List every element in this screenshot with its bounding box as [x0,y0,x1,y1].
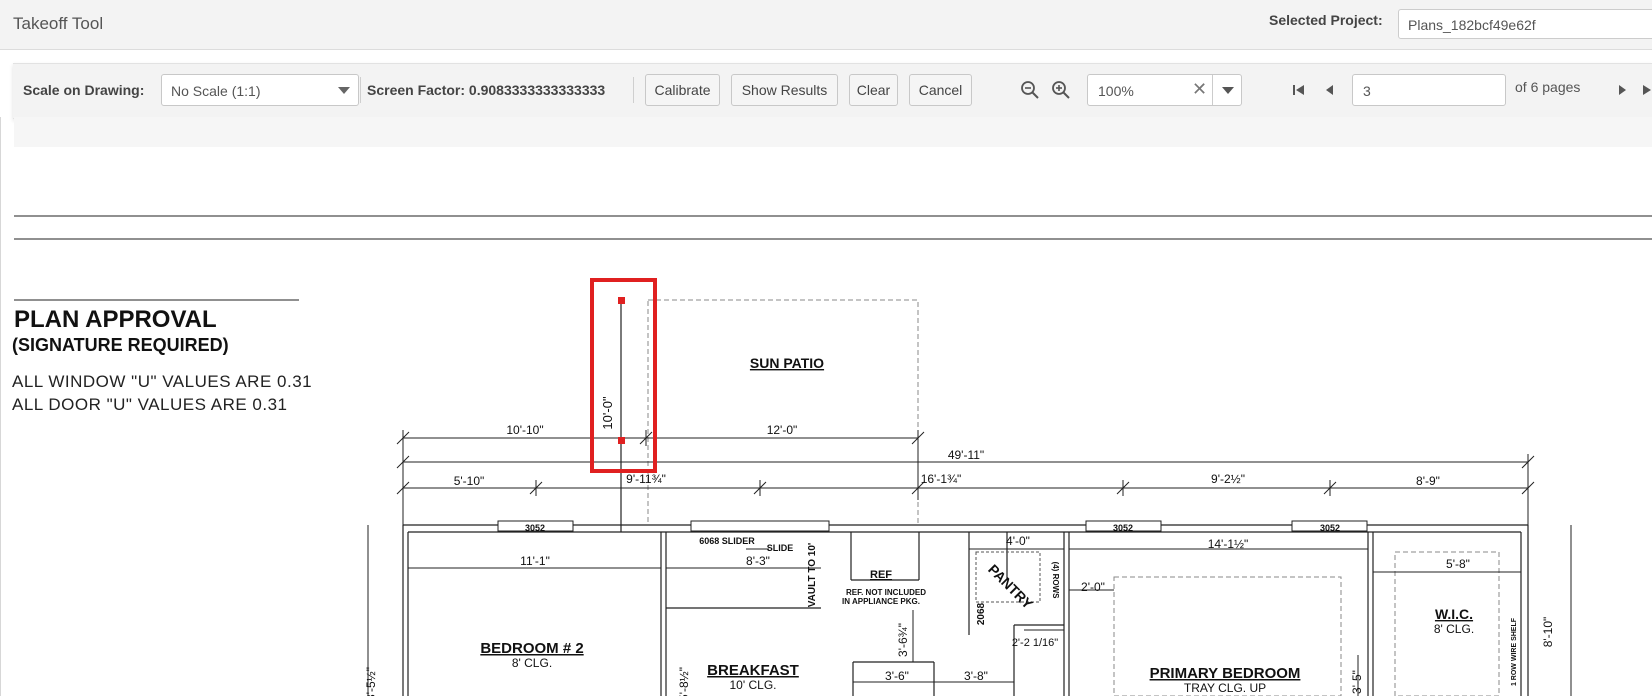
scale-label: Scale on Drawing: [23,82,145,98]
divider [360,77,361,103]
svg-text:12'-0": 12'-0" [767,423,798,437]
dimension-labels: 10'-10" 12'-0" 49'-11" 5'-10" 9'-11¾" 16… [454,423,1440,488]
page-value: 3 [1363,83,1371,99]
svg-text:6068 SLIDER: 6068 SLIDER [699,536,755,546]
zoom-out-icon[interactable] [1020,80,1040,100]
measure-end-handle[interactable] [618,437,625,444]
svg-text:REF. NOT INCLUDED: REF. NOT INCLUDED [846,588,926,597]
svg-text:5'-8½": 5'-8½" [677,667,691,696]
clear-button[interactable]: Clear [849,74,898,106]
svg-text:8'-3": 8'-3" [746,554,770,568]
svg-text:3'-6¾": 3'-6¾" [896,623,910,657]
zoom-value: 100% [1098,83,1134,99]
app-title: Takeoff Tool [13,14,104,33]
project-label: Selected Project: [1269,12,1383,28]
svg-text:3052: 3052 [1113,523,1133,533]
svg-text:TRAY CLG. UP: TRAY CLG. UP [1184,681,1266,695]
svg-text:8'-9": 8'-9" [1416,474,1440,488]
svg-text:2'-2 1/16": 2'-2 1/16" [1012,637,1058,649]
vault-label: VAULT TO 10' [807,543,818,608]
divider [633,77,634,103]
svg-text:10'-10": 10'-10" [506,423,543,437]
svg-text:5'-8": 5'-8" [1446,557,1470,571]
clear-icon[interactable]: ✕ [1192,79,1207,100]
scale-value: No Scale (1:1) [171,83,261,99]
prev-page-icon[interactable] [1321,81,1339,99]
svg-text:16'-1¾": 16'-1¾" [921,472,962,486]
floor-plan-drawing[interactable]: PLAN APPROVAL (SIGNATURE REQUIRED) ALL W… [1,117,1652,696]
sun-patio-label: SUN PATIO [750,355,824,371]
zoom-dropdown[interactable] [1212,75,1243,105]
drawing-viewer[interactable]: PLAN APPROVAL (SIGNATURE REQUIRED) ALL W… [0,117,1652,696]
measurement-label: 10'-0" [600,396,615,430]
top-bar: Takeoff Tool Selected Project: Plans_182… [0,0,1652,50]
svg-text:SLIDE: SLIDE [767,543,794,553]
svg-text:9'-11¾": 9'-11¾" [626,472,666,486]
chevron-down-icon [338,87,350,94]
measure-start-handle[interactable] [618,297,625,304]
svg-text:IN APPLIANCE PKG.: IN APPLIANCE PKG. [842,597,920,606]
svg-text:W.I.C.: W.I.C. [1435,606,1473,622]
plan-approval-subtitle: (SIGNATURE REQUIRED) [12,335,229,355]
chevron-down-icon [1222,87,1234,94]
window-note: ALL WINDOW "U" VALUES ARE 0.31 [12,372,312,391]
takeoff-toolbar: Scale on Drawing: No Scale (1:1) Screen … [13,63,1652,119]
page-number-input[interactable]: 3 [1352,74,1506,106]
door-note: ALL DOOR "U" VALUES ARE 0.31 [12,395,288,414]
next-page-icon[interactable] [1613,81,1631,99]
first-page-icon[interactable] [1290,81,1308,99]
svg-text:BEDROOM # 2: BEDROOM # 2 [480,640,583,657]
last-page-icon[interactable] [1639,81,1652,99]
door-2068-label: 2068 [976,602,987,625]
svg-text:9'-2½": 9'-2½" [1211,472,1245,486]
svg-text:2'-0": 2'-0" [1081,580,1105,594]
svg-text:8' CLG.: 8' CLG. [1434,622,1474,636]
scale-select[interactable]: No Scale (1:1) [161,74,359,106]
svg-text:3052: 3052 [525,523,545,533]
calibrate-button[interactable]: Calibrate [645,74,720,106]
svg-text:10' CLG.: 10' CLG. [730,678,777,692]
shelf-label: 1 ROW WIRE SHELF [1511,617,1518,686]
project-select[interactable]: Plans_182bcf49e62f [1398,9,1652,39]
svg-text:BREAKFAST: BREAKFAST [707,662,799,679]
svg-text:8' CLG.: 8' CLG. [512,656,552,670]
svg-text:5'-10": 5'-10" [454,474,485,488]
pantry-label: PANTRY [985,561,1036,612]
svg-text:3'-6": 3'-6" [885,669,909,683]
svg-text:14'-1½": 14'-1½" [1208,537,1249,551]
dimension-lines [396,430,1535,528]
plan-approval-title: PLAN APPROVAL [14,306,217,333]
show-results-button[interactable]: Show Results [731,74,838,106]
svg-text:REF: REF [870,569,892,581]
rows-label: (4) ROWS [1051,562,1060,600]
cancel-button[interactable]: Cancel [909,74,972,106]
svg-text:3'-5½": 3'-5½" [364,667,378,696]
svg-text:8'-10": 8'-10" [1541,617,1555,648]
interior-dimension-labels: 11'-1" 8'-3" 4'-0" 14'-1½" 5'-8" 2'-0" 3… [520,534,1470,683]
screen-factor: Screen Factor: 0.9083333333333333 [367,82,606,98]
svg-text:11'-1": 11'-1" [520,554,550,568]
svg-text:4'-0": 4'-0" [1006,534,1030,548]
svg-text:3052: 3052 [1320,523,1340,533]
page-count: of 6 pages [1515,79,1581,95]
svg-text:3'-8": 3'-8" [964,669,988,683]
sun-patio-outline [647,299,919,526]
windows [497,520,1368,532]
zoom-in-icon[interactable] [1051,80,1071,100]
svg-text:PRIMARY BEDROOM: PRIMARY BEDROOM [1150,665,1301,682]
svg-text:3'-5": 3'-5" [1350,670,1364,694]
svg-text:49'-11": 49'-11" [948,448,984,462]
